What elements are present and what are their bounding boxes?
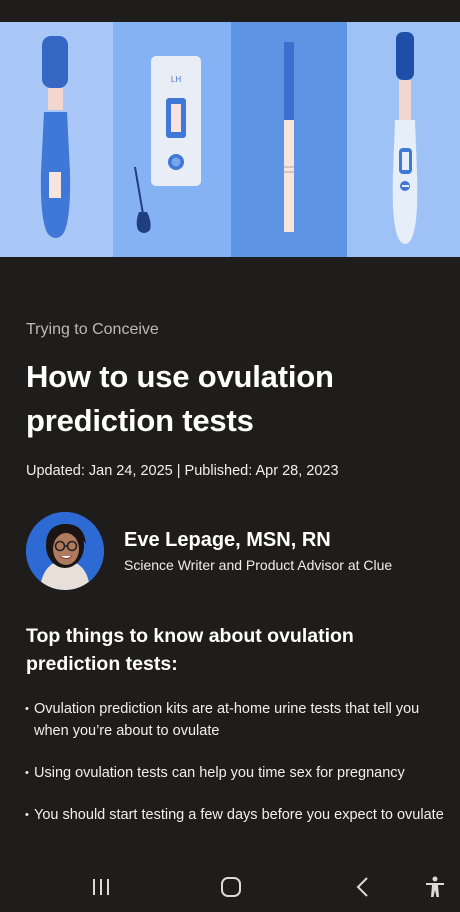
key-points-list: Ovulation prediction kits are at-home ur… <box>25 698 446 846</box>
status-bar <box>0 0 460 22</box>
category-label[interactable]: Trying to Conceive <box>26 321 159 339</box>
recent-apps-icon[interactable] <box>88 874 114 900</box>
list-item: Using ovulation tests can help you time … <box>25 762 446 784</box>
digital-test-icon <box>392 32 418 244</box>
author-photo-icon <box>26 512 104 590</box>
cassette-test-icon: LH <box>134 56 201 233</box>
system-nav-bar <box>0 862 460 912</box>
author-card[interactable]: Eve Lepage, MSN, RN Science Writer and P… <box>26 512 446 592</box>
avatar <box>26 512 104 590</box>
hero-panel-digital-test <box>347 22 460 257</box>
list-item: You should start testing a few days befo… <box>25 804 446 826</box>
page-title: How to use ovulation prediction tests <box>26 359 334 438</box>
back-icon[interactable] <box>350 874 376 900</box>
midstream-test-icon <box>40 36 71 238</box>
hero-panel-midstream-test <box>0 22 113 257</box>
hero-illustration: LH <box>0 22 460 257</box>
strip-test-icon <box>284 42 294 232</box>
article-dates: Updated: Jan 24, 2025 | Published: Apr 2… <box>26 463 339 479</box>
cassette-label: LH <box>171 75 181 84</box>
hero-panel-cassette-test: LH <box>113 22 231 257</box>
hero-panel-strip-test <box>231 22 347 257</box>
author-name[interactable]: Eve Lepage, MSN, RN <box>124 529 331 552</box>
home-icon[interactable] <box>218 874 244 900</box>
section-heading: Top things to know about ovulation predi… <box>26 625 354 675</box>
list-item: Ovulation prediction kits are at-home ur… <box>25 698 446 742</box>
author-role: Science Writer and Product Advisor at Cl… <box>124 557 393 573</box>
accessibility-icon[interactable] <box>422 874 448 900</box>
